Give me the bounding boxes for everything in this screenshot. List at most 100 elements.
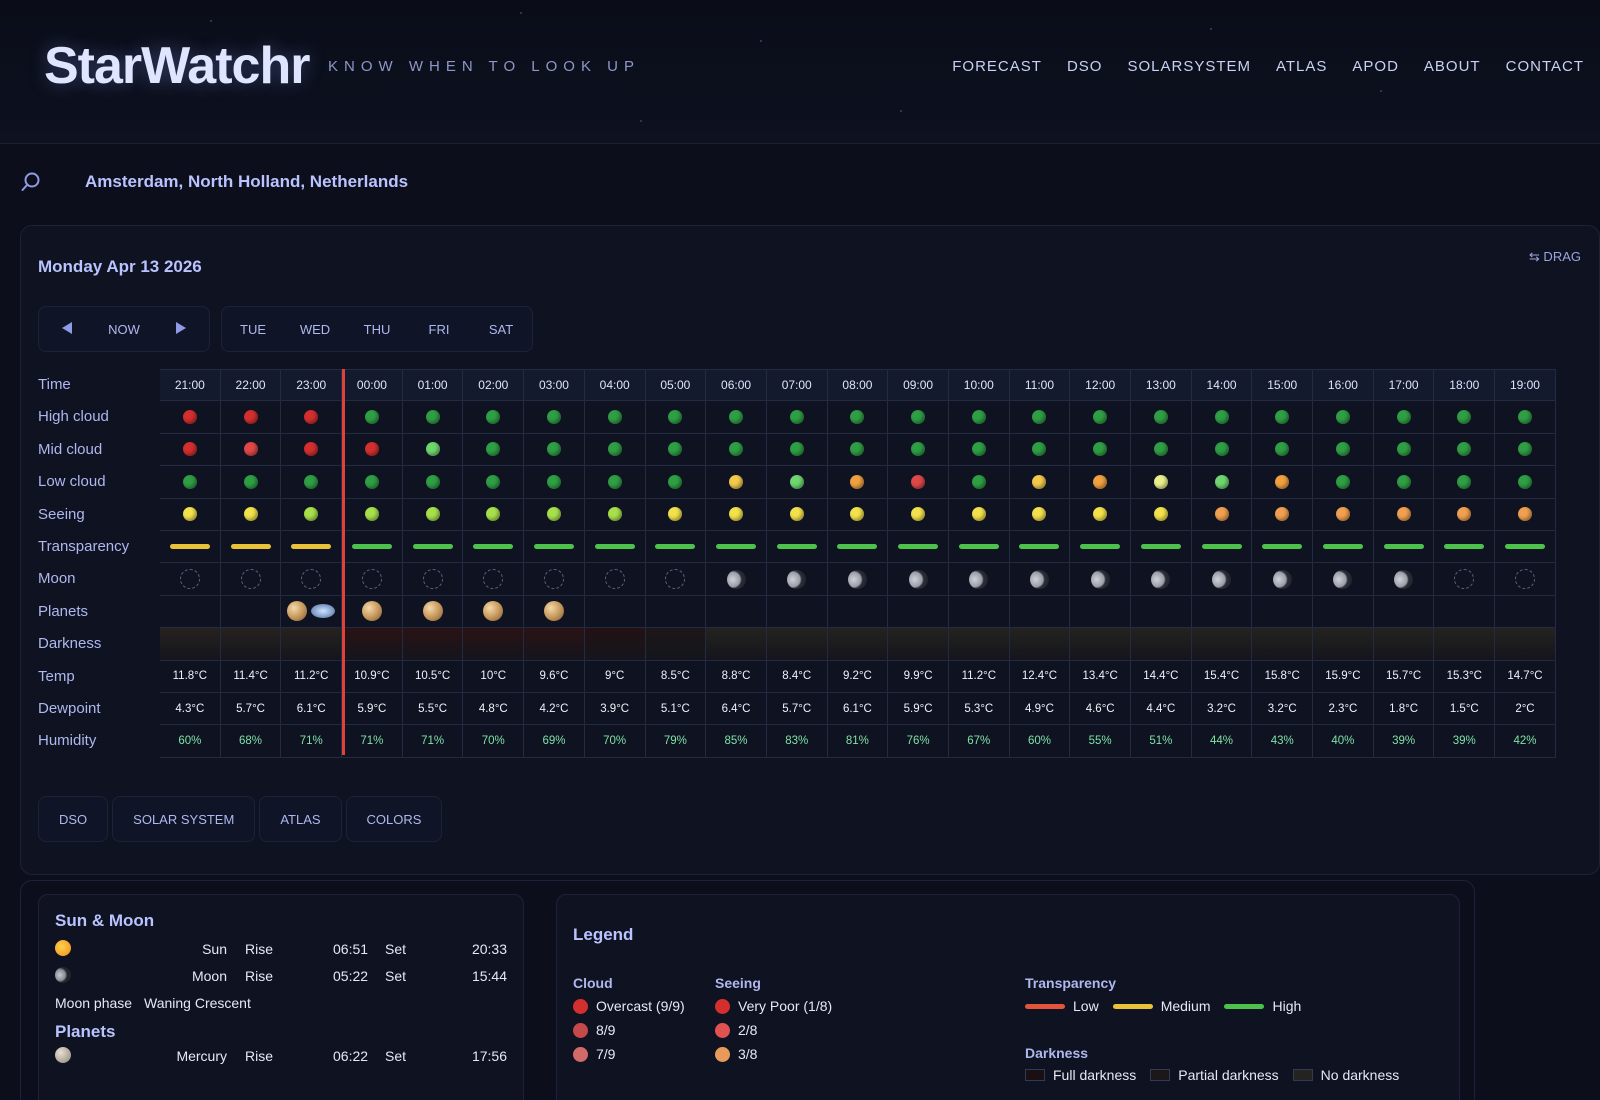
high-cloud-cell[interactable]	[827, 401, 889, 434]
transparency-cell[interactable]	[645, 530, 707, 564]
high-cloud-cell[interactable]	[1009, 401, 1071, 434]
humidity-cell[interactable]: 71%	[342, 725, 403, 758]
mid-cloud-cell[interactable]	[1131, 433, 1192, 467]
high-cloud-cell[interactable]	[524, 401, 585, 434]
high-cloud-cell[interactable]	[1191, 401, 1253, 434]
high-cloud-cell[interactable]	[706, 401, 767, 434]
moon-cell[interactable]	[888, 563, 949, 596]
humidity-cell[interactable]: 51%	[1131, 725, 1192, 758]
humidity-cell[interactable]: 83%	[766, 725, 828, 758]
nav-about[interactable]: ABOUT	[1424, 58, 1481, 75]
transparency-cell[interactable]	[463, 530, 525, 564]
high-cloud-cell[interactable]	[1495, 401, 1556, 434]
dewpoint-cell[interactable]: 6.1°C	[281, 692, 343, 726]
humidity-cell[interactable]: 39%	[1373, 725, 1435, 758]
mid-cloud-cell[interactable]	[1495, 433, 1556, 467]
low-cloud-cell[interactable]	[766, 466, 828, 499]
time-cell[interactable]: 10:00	[948, 369, 1010, 402]
seeing-cell[interactable]	[463, 498, 525, 531]
high-cloud-cell[interactable]	[402, 401, 464, 434]
planets-cell[interactable]	[524, 595, 585, 629]
darkness-cell[interactable]	[1313, 628, 1374, 661]
drag-handle[interactable]: ⇆ DRAG	[1529, 249, 1581, 265]
planets-cell[interactable]	[463, 595, 525, 629]
mid-cloud-cell[interactable]	[281, 433, 343, 467]
moon-cell[interactable]	[1070, 563, 1131, 596]
humidity-cell[interactable]: 60%	[160, 725, 221, 758]
high-cloud-cell[interactable]	[1313, 401, 1374, 434]
planets-cell[interactable]	[1434, 595, 1496, 629]
dewpoint-cell[interactable]: 5.9°C	[888, 692, 949, 726]
humidity-cell[interactable]: 55%	[1070, 725, 1131, 758]
darkness-cell[interactable]	[463, 628, 525, 661]
humidity-cell[interactable]: 71%	[402, 725, 464, 758]
low-cloud-cell[interactable]	[1191, 466, 1253, 499]
low-cloud-cell[interactable]	[1313, 466, 1374, 499]
mid-cloud-cell[interactable]	[463, 433, 525, 467]
mid-cloud-cell[interactable]	[1434, 433, 1496, 467]
time-cell[interactable]: 21:00	[160, 369, 221, 402]
temp-cell[interactable]: 14.7°C	[1495, 660, 1556, 693]
time-cell[interactable]: 12:00	[1070, 369, 1131, 402]
planets-cell[interactable]	[766, 595, 828, 629]
time-cell[interactable]: 01:00	[402, 369, 464, 402]
dewpoint-cell[interactable]: 1.5°C	[1434, 692, 1496, 726]
seeing-cell[interactable]	[766, 498, 828, 531]
seeing-cell[interactable]	[584, 498, 646, 531]
day-thu[interactable]: THU	[346, 322, 408, 337]
humidity-cell[interactable]: 44%	[1191, 725, 1253, 758]
planets-cell[interactable]	[281, 595, 343, 629]
planets-cell[interactable]	[220, 595, 282, 629]
tab-atlas[interactable]: ATLAS	[259, 796, 342, 842]
nav-solarsystem[interactable]: SOLARSYSTEM	[1127, 58, 1251, 75]
transparency-cell[interactable]	[1373, 530, 1435, 564]
mid-cloud-cell[interactable]	[888, 433, 949, 467]
transparency-cell[interactable]	[342, 530, 403, 564]
humidity-cell[interactable]: 79%	[645, 725, 707, 758]
dewpoint-cell[interactable]: 5.1°C	[645, 692, 707, 726]
temp-cell[interactable]: 11.8°C	[160, 660, 221, 693]
site-logo[interactable]: StarWatchr	[44, 36, 310, 96]
dewpoint-cell[interactable]: 4.9°C	[1009, 692, 1071, 726]
transparency-cell[interactable]	[1131, 530, 1192, 564]
planets-cell[interactable]	[1070, 595, 1131, 629]
darkness-cell[interactable]	[1495, 628, 1556, 661]
dewpoint-cell[interactable]: 3.2°C	[1252, 692, 1314, 726]
transparency-cell[interactable]	[827, 530, 889, 564]
high-cloud-cell[interactable]	[342, 401, 403, 434]
moon-cell[interactable]	[463, 563, 525, 596]
day-fri[interactable]: FRI	[408, 322, 470, 337]
planets-cell[interactable]	[1373, 595, 1435, 629]
seeing-cell[interactable]	[827, 498, 889, 531]
planets-cell[interactable]	[1131, 595, 1192, 629]
low-cloud-cell[interactable]	[1009, 466, 1071, 499]
seeing-cell[interactable]	[342, 498, 403, 531]
high-cloud-cell[interactable]	[1070, 401, 1131, 434]
temp-cell[interactable]: 15.9°C	[1313, 660, 1374, 693]
moon-cell[interactable]	[1495, 563, 1556, 596]
temp-cell[interactable]: 15.8°C	[1252, 660, 1314, 693]
darkness-cell[interactable]	[1131, 628, 1192, 661]
location-name[interactable]: Amsterdam, North Holland, Netherlands	[85, 172, 408, 192]
darkness-cell[interactable]	[827, 628, 889, 661]
time-cell[interactable]: 14:00	[1191, 369, 1253, 402]
temp-cell[interactable]: 9.9°C	[888, 660, 949, 693]
darkness-cell[interactable]	[524, 628, 585, 661]
high-cloud-cell[interactable]	[1373, 401, 1435, 434]
mid-cloud-cell[interactable]	[1191, 433, 1253, 467]
temp-cell[interactable]: 10.9°C	[342, 660, 403, 693]
darkness-cell[interactable]	[1009, 628, 1071, 661]
temp-cell[interactable]: 12.4°C	[1009, 660, 1071, 693]
low-cloud-cell[interactable]	[1252, 466, 1314, 499]
transparency-cell[interactable]	[1191, 530, 1253, 564]
moon-cell[interactable]	[948, 563, 1010, 596]
temp-cell[interactable]: 9.6°C	[524, 660, 585, 693]
dewpoint-cell[interactable]: 2°C	[1495, 692, 1556, 726]
temp-cell[interactable]: 14.4°C	[1131, 660, 1192, 693]
low-cloud-cell[interactable]	[888, 466, 949, 499]
humidity-cell[interactable]: 70%	[584, 725, 646, 758]
seeing-cell[interactable]	[1131, 498, 1192, 531]
humidity-cell[interactable]: 71%	[281, 725, 343, 758]
seeing-cell[interactable]	[1070, 498, 1131, 531]
darkness-cell[interactable]	[1070, 628, 1131, 661]
